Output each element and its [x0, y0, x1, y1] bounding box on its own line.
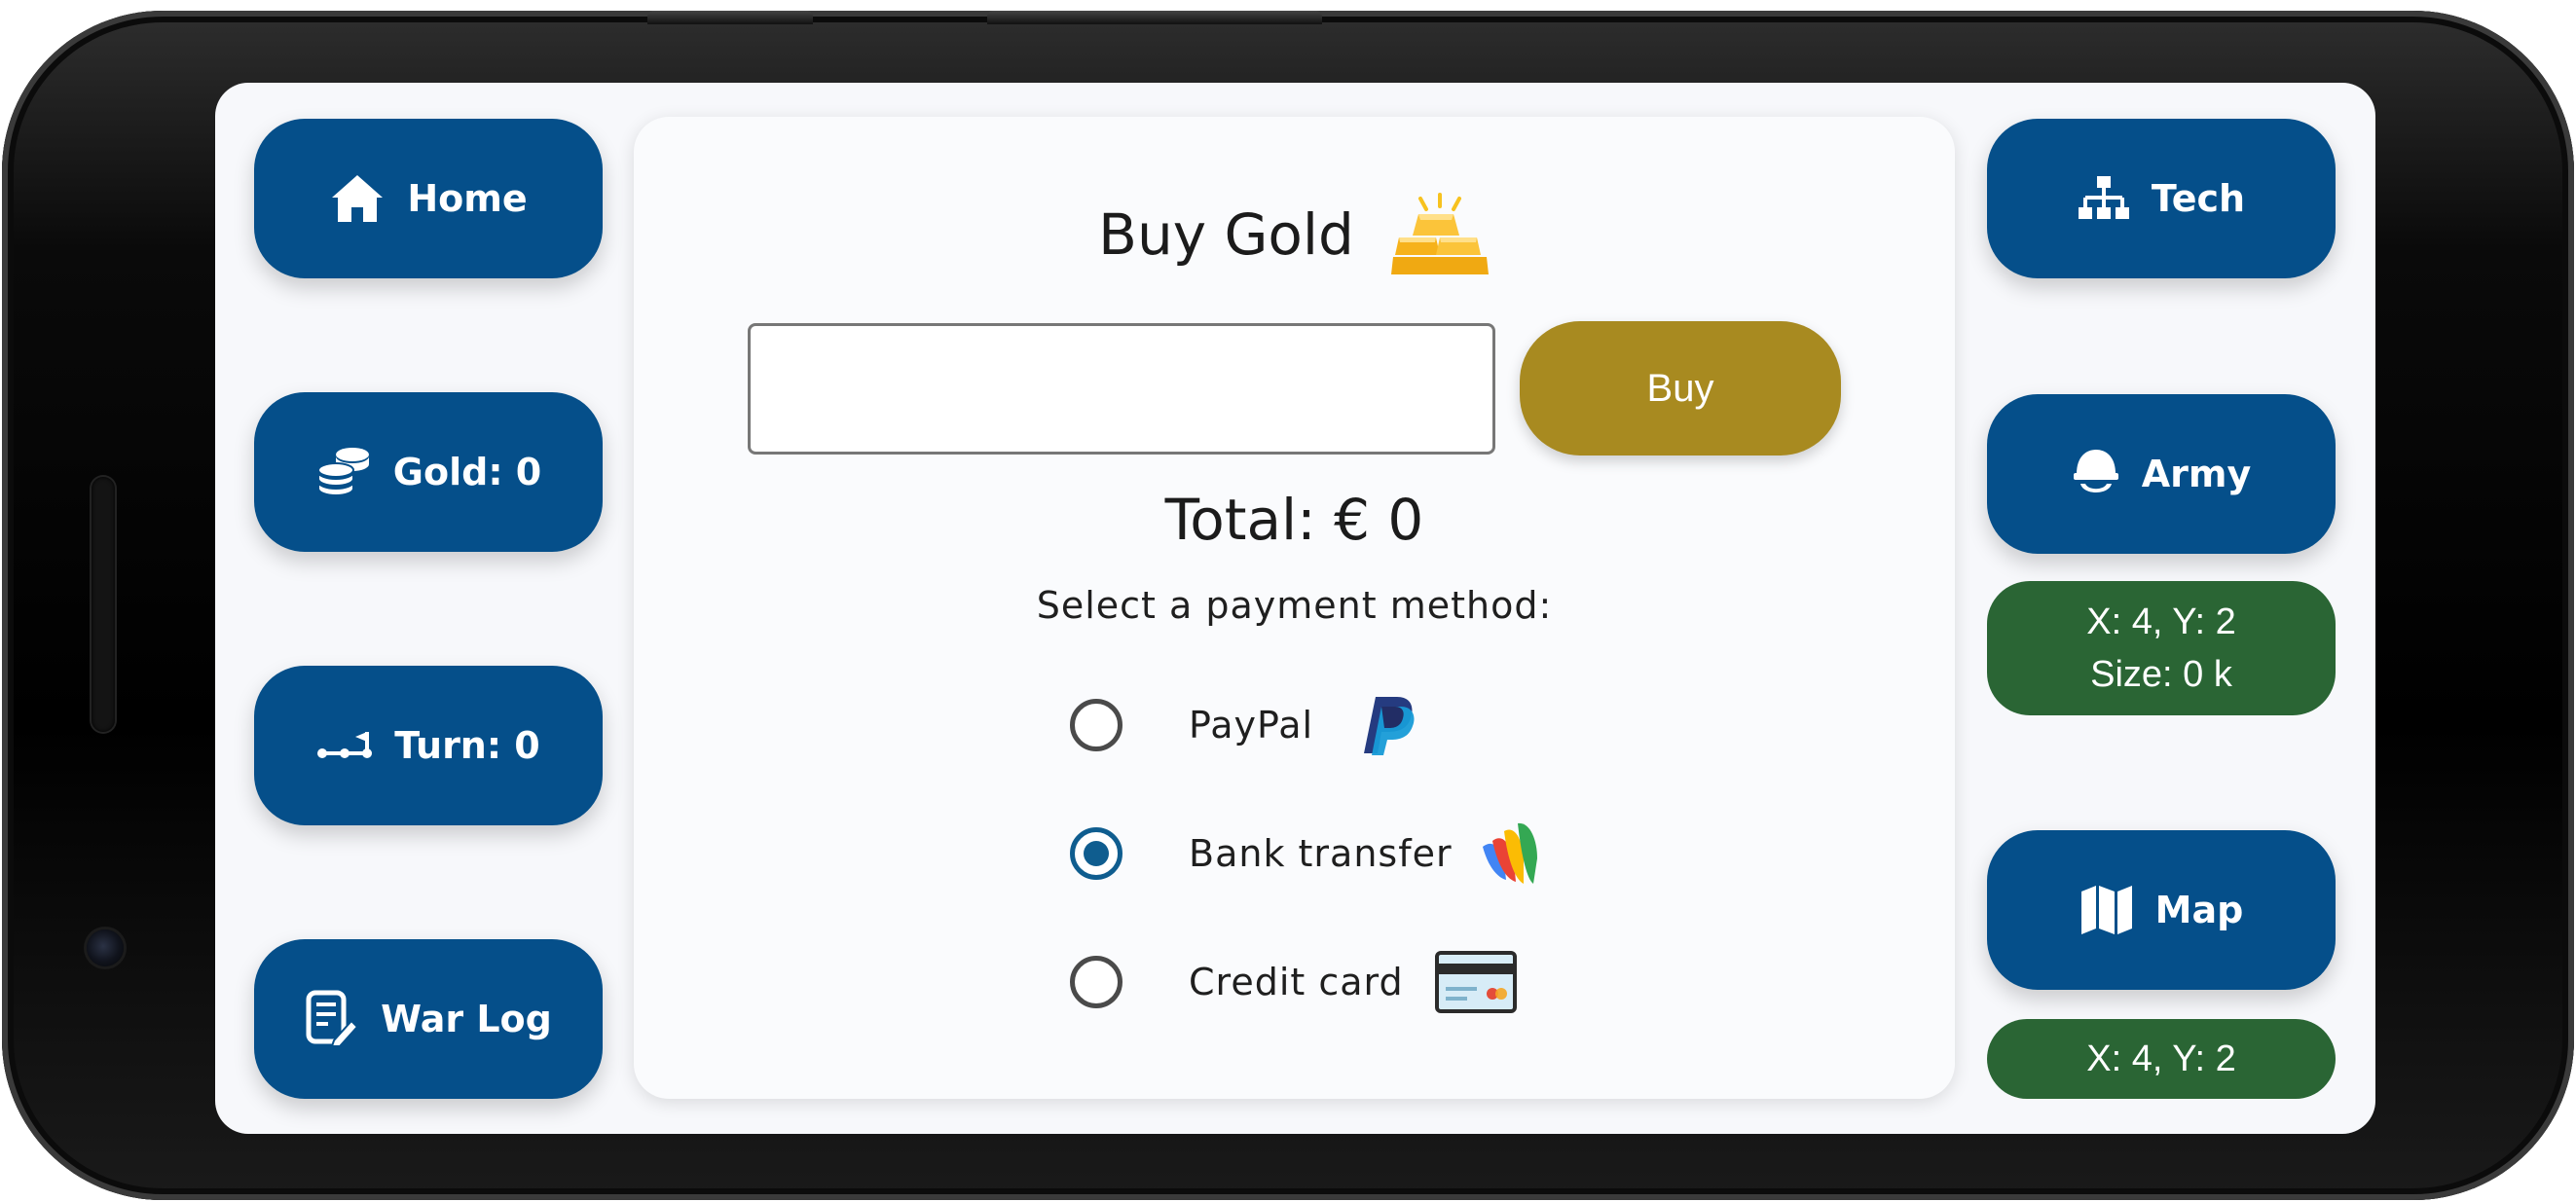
paypal-icon [1364, 697, 1415, 755]
phone-volume-button [987, 11, 1322, 24]
buy-button-label: Buy [1646, 366, 1714, 410]
payment-option-paypal[interactable]: PayPal [634, 691, 1955, 759]
bank-transfer-radio[interactable] [1070, 827, 1122, 880]
army-position: X: 4, Y: 2 [2086, 601, 2236, 642]
war-log-button[interactable]: War Log [254, 939, 603, 1099]
bank-transfer-label: Bank transfer [1189, 832, 1453, 875]
army-button[interactable]: Army [1987, 394, 2336, 554]
army-label: Army [2141, 453, 2252, 495]
payment-option-bank-transfer[interactable]: Bank transfer [634, 820, 1955, 888]
bank-transfer-icon [1483, 822, 1537, 884]
tech-button[interactable]: Tech [1987, 119, 2336, 278]
payment-method-prompt: Select a payment method: [1036, 584, 1553, 627]
map-position: X: 4, Y: 2 [2086, 1038, 2236, 1079]
turn-button[interactable]: Turn: 0 [254, 666, 603, 825]
sitemap-icon [2078, 176, 2129, 219]
phone-speaker [92, 477, 115, 732]
army-info-box: X: 4, Y: 2 Size: 0 k [1987, 581, 2336, 715]
gold-label: Gold: 0 [392, 451, 542, 493]
buy-gold-title-row: Buy Gold [634, 193, 1955, 276]
total-amount: Total: € 0 [1164, 487, 1424, 553]
credit-card-label: Credit card [1189, 961, 1404, 1003]
home-icon [332, 175, 384, 222]
home-button[interactable]: Home [254, 119, 603, 278]
buy-button[interactable]: Buy [1520, 321, 1841, 455]
war-log-label: War Log [381, 998, 552, 1040]
map-label: Map [2154, 889, 2244, 931]
helmet-icon [2073, 450, 2118, 492]
paypal-label: PayPal [1189, 704, 1314, 747]
buy-gold-panel: Buy Gold Buy Total: € 0 Select a payment… [634, 117, 1955, 1099]
tech-label: Tech [2151, 177, 2246, 220]
gold-button[interactable]: Gold: 0 [254, 392, 603, 552]
route-icon [317, 732, 373, 758]
phone-camera [87, 929, 124, 966]
turn-label: Turn: 0 [394, 724, 540, 767]
map-icon [2080, 886, 2132, 934]
map-info-box: X: 4, Y: 2 [1987, 1019, 2336, 1099]
credit-card-icon [1435, 951, 1517, 1013]
log-edit-icon [306, 990, 359, 1047]
paypal-radio[interactable] [1070, 699, 1122, 751]
coins-icon [316, 448, 369, 496]
page-title: Buy Gold [1098, 201, 1354, 268]
gold-bars-icon [1390, 193, 1489, 274]
map-button[interactable]: Map [1987, 830, 2336, 990]
app-screen: Home Gold: 0 Turn: 0 War Log Buy Gold Bu… [215, 83, 2375, 1134]
phone-side-button [647, 11, 813, 24]
army-size: Size: 0 k [2090, 654, 2232, 695]
payment-option-credit-card[interactable]: Credit card [634, 948, 1955, 1016]
gold-amount-input[interactable] [748, 323, 1495, 455]
home-label: Home [407, 177, 528, 220]
credit-card-radio[interactable] [1070, 956, 1122, 1008]
